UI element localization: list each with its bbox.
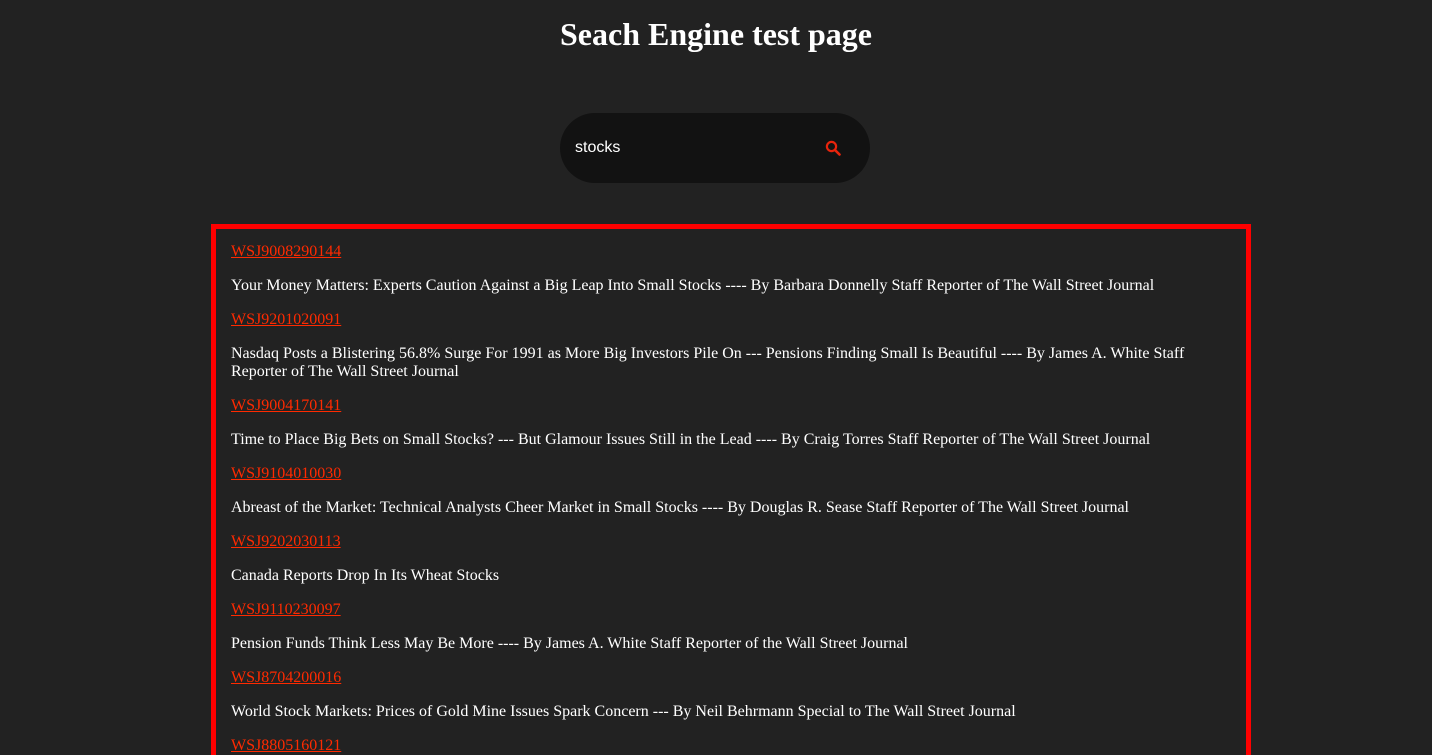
result-item: WSJ9104010030 Abreast of the Market: Tec…	[231, 465, 1231, 517]
result-link[interactable]: WSJ9201020091	[231, 311, 1231, 329]
result-item: WSJ9202030113 Canada Reports Drop In Its…	[231, 533, 1231, 585]
result-item: WSJ9008290144 Your Money Matters: Expert…	[231, 243, 1231, 295]
result-title: Canada Reports Drop In Its Wheat Stocks	[231, 567, 500, 584]
result-title: Time to Place Big Bets on Small Stocks? …	[231, 431, 1151, 448]
result-link[interactable]: WSJ8805160121	[231, 737, 1231, 755]
result-item: WSJ8704200016 World Stock Markets: Price…	[231, 669, 1231, 721]
result-item: WSJ9201020091 Nasdaq Posts a Blistering …	[231, 311, 1231, 381]
result-link[interactable]: WSJ9110230097	[231, 601, 1231, 619]
result-link[interactable]: WSJ9104010030	[231, 465, 1231, 483]
search-input[interactable]	[575, 133, 805, 163]
page-title: Seach Engine test page	[560, 16, 872, 52]
result-link[interactable]: WSJ9202030113	[231, 533, 1231, 551]
result-link[interactable]: WSJ9008290144	[231, 243, 1231, 261]
result-item: WSJ8805160121	[231, 737, 1231, 755]
result-link[interactable]: WSJ8704200016	[231, 669, 1231, 687]
search-icon	[825, 140, 841, 156]
result-item: WSJ9004170141 Time to Place Big Bets on …	[231, 397, 1231, 449]
result-link[interactable]: WSJ9004170141	[231, 397, 1231, 415]
result-title: Your Money Matters: Experts Caution Agai…	[231, 277, 1155, 294]
result-item: WSJ9110230097 Pension Funds Think Less M…	[231, 601, 1231, 653]
result-title: Abreast of the Market: Technical Analyst…	[231, 499, 1129, 516]
results-list: WSJ9008290144 Your Money Matters: Expert…	[211, 224, 1251, 755]
search-bar	[560, 113, 870, 183]
search-button[interactable]	[818, 133, 848, 163]
result-title: Nasdaq Posts a Blistering 56.8% Surge Fo…	[231, 345, 1185, 380]
result-title: World Stock Markets: Prices of Gold Mine…	[231, 703, 1016, 720]
result-title: Pension Funds Think Less May Be More ---…	[231, 635, 908, 652]
